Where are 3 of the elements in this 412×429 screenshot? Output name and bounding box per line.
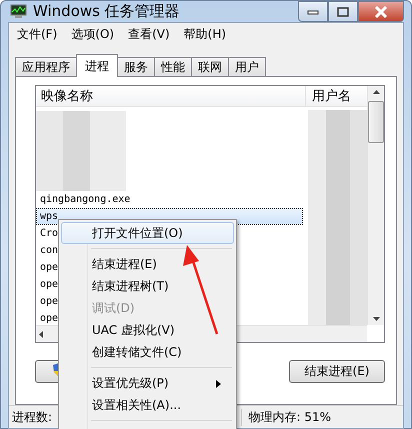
status-text: 物理内存: 51% — [241, 408, 331, 426]
status-text: 进程数: — [11, 408, 52, 426]
window-title: Windows 任务管理器 — [33, 2, 180, 21]
